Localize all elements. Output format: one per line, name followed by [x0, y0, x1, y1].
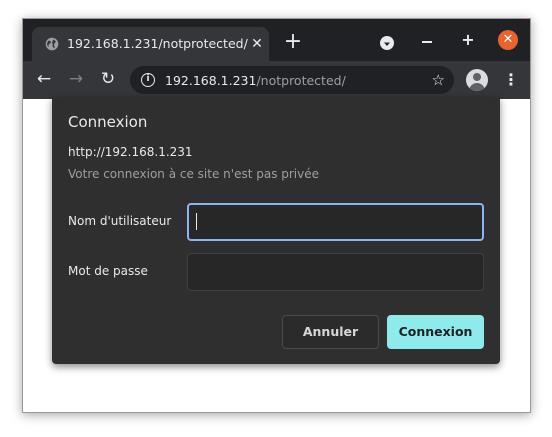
window-close-button[interactable]: ✕	[498, 30, 518, 50]
info-icon[interactable]: i	[141, 73, 155, 87]
text-caret	[196, 213, 197, 230]
auth-dialog: Connexion http://192.168.1.231 Votre con…	[52, 97, 500, 364]
maximize-button[interactable]: +	[460, 32, 476, 48]
kebab-menu-icon[interactable]: ⋮	[503, 69, 519, 91]
dialog-warning: Votre connexion à ce site n'est pas priv…	[68, 167, 320, 181]
title-bar: 192.168.1.231/notprotected/ ✕ + + ✕	[23, 19, 530, 61]
username-field[interactable]	[187, 203, 484, 241]
forward-button[interactable]: →	[64, 67, 88, 91]
back-button[interactable]: ←	[32, 67, 56, 91]
minimize-button[interactable]	[422, 41, 432, 43]
browser-toolbar: ← → ↻ i 192.168.1.231/notprotected/ ☆ ⋮	[23, 61, 530, 99]
chevron-down-icon	[384, 42, 390, 46]
tab-close-button[interactable]: ✕	[249, 36, 265, 52]
tab-search-button[interactable]	[380, 36, 394, 50]
url-host: 192.168.1.231	[165, 73, 257, 88]
address-bar[interactable]: i 192.168.1.231/notprotected/ ☆	[130, 66, 454, 94]
cancel-button[interactable]: Annuler	[282, 315, 379, 349]
reload-button[interactable]: ↻	[96, 67, 120, 91]
avatar-head	[473, 73, 481, 81]
url-text[interactable]: 192.168.1.231/notprotected/	[165, 73, 346, 88]
submit-button[interactable]: Connexion	[387, 315, 484, 349]
dialog-origin: http://192.168.1.231	[68, 145, 193, 159]
tab-title: 192.168.1.231/notprotected/	[67, 36, 248, 51]
dialog-title: Connexion	[68, 113, 148, 131]
bookmark-star-icon[interactable]: ☆	[432, 70, 445, 90]
new-tab-button[interactable]: +	[282, 31, 304, 54]
avatar-body	[469, 83, 485, 91]
password-field[interactable]	[187, 253, 484, 291]
password-label: Mot de passe	[68, 264, 148, 278]
profile-avatar[interactable]	[466, 69, 488, 91]
url-path: /notprotected/	[256, 73, 346, 88]
username-label: Nom d'utilisateur	[68, 214, 172, 228]
tab-active[interactable]: 192.168.1.231/notprotected/ ✕	[32, 27, 269, 61]
globe-icon	[45, 37, 59, 51]
